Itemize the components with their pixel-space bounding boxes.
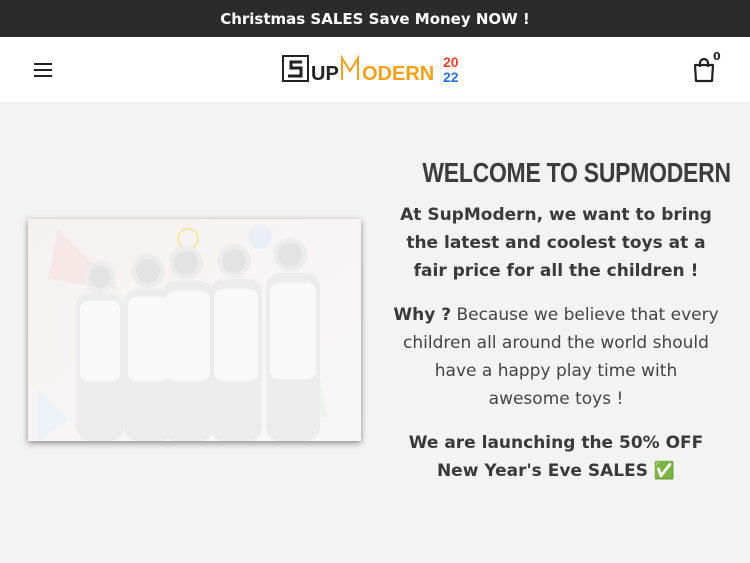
- site-logo[interactable]: UP ODERN 20 22: [282, 53, 468, 85]
- welcome-section: WELCOME TO SUPMODERN At SupModern, we wa…: [393, 150, 731, 485]
- svg-text:20: 20: [443, 54, 459, 70]
- site-header: UP ODERN 20 22 0: [0, 37, 750, 102]
- why-lead: Why ?: [393, 305, 452, 325]
- logo-graphic: UP ODERN 20 22: [282, 54, 459, 85]
- cart-count-badge: 0: [713, 50, 721, 63]
- hero-image: [28, 219, 361, 441]
- page-title: WELCOME TO SUPMODERN: [422, 157, 731, 188]
- kids-group-photo: [28, 219, 361, 441]
- svg-text:UP: UP: [311, 63, 339, 85]
- sales-paragraph: We are launching the 50% OFF New Year's …: [393, 429, 719, 485]
- announcement-bar: Christmas SALES Save Money NOW !: [0, 0, 750, 37]
- intro-paragraph: At SupModern, we want to bring the lates…: [400, 205, 712, 281]
- hamburger-menu-icon[interactable]: [34, 59, 58, 81]
- svg-text:22: 22: [443, 69, 459, 85]
- why-paragraph: Why ? Because we believe that every chil…: [393, 301, 719, 413]
- check-mark-icon: ✅: [653, 461, 676, 481]
- svg-text:ODERN: ODERN: [362, 63, 434, 85]
- announcement-text: Christmas SALES Save Money NOW !: [220, 9, 530, 28]
- why-text: Because we believe that every children a…: [403, 305, 719, 409]
